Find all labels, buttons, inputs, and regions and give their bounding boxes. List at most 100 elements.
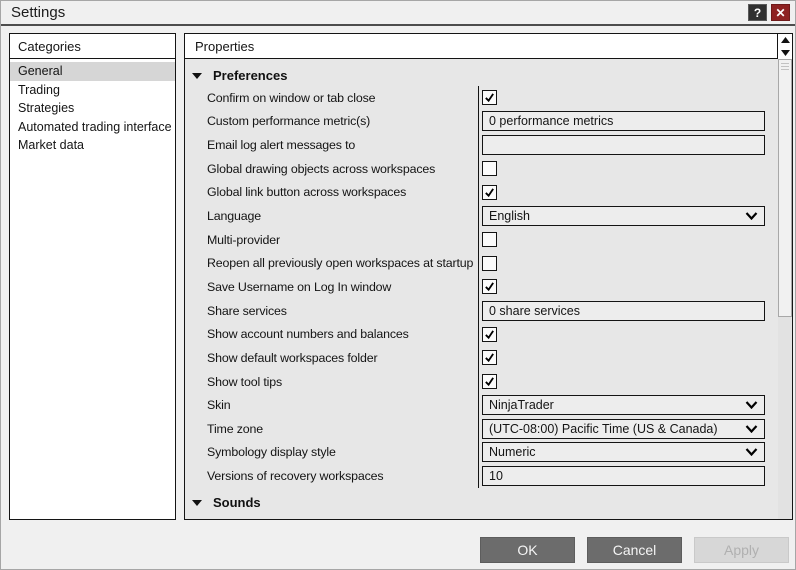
category-item-general[interactable]: General	[10, 62, 175, 81]
dropdown-selected-value: Numeric	[489, 445, 536, 460]
category-item-strategies[interactable]: Strategies	[10, 99, 175, 118]
checkbox-confirm-on-window-or-tab-close[interactable]	[482, 90, 497, 106]
dropdown-skin[interactable]: NinjaTrader	[482, 395, 765, 416]
text-field-value: 0 performance metrics	[489, 114, 614, 129]
property-row-reopen-all-previously-open-workspaces-at-startup: Reopen all previously open workspaces at…	[185, 251, 778, 276]
chevron-down-icon	[745, 448, 758, 457]
titlebar-divider	[1, 24, 795, 26]
property-row-symbology-display-style: Symbology display style Numeric	[185, 440, 778, 465]
section-title: Sounds	[213, 494, 261, 510]
property-label: Skin	[207, 398, 231, 413]
property-row-global-drawing-objects-across-workspaces: Global drawing objects across workspaces	[185, 156, 778, 181]
section-title: Preferences	[213, 68, 288, 83]
property-row-confirm-on-window-or-tab-close: Confirm on window or tab close	[185, 86, 778, 110]
collapse-triangle-icon	[192, 499, 202, 506]
property-control-cell: Numeric	[478, 440, 778, 465]
text-field-email-log-alert-messages-to[interactable]	[482, 135, 765, 156]
property-label: Multi-provider	[207, 232, 280, 247]
property-control-cell	[478, 251, 778, 276]
property-label: Reopen all previously open workspaces at…	[207, 256, 474, 271]
property-row-show-tool-tips: Show tool tips	[185, 369, 778, 394]
dropdown-selected-value: (UTC-08:00) Pacific Time (US & Canada)	[489, 421, 718, 436]
property-label: Share services	[207, 303, 287, 318]
checkbox-reopen-all-previously-open-workspaces-at-startup[interactable]	[482, 255, 497, 271]
dropdown-language[interactable]: English	[482, 206, 765, 227]
ok-button[interactable]: OK	[480, 537, 575, 563]
close-button[interactable]: ✕	[771, 4, 790, 21]
property-control-cell	[478, 86, 778, 110]
checkbox-show-account-numbers-and-balances[interactable]	[482, 326, 497, 342]
property-control-cell: 10	[478, 464, 778, 488]
text-field-value: 0 share services	[489, 303, 581, 318]
property-row-custom-performance-metric-s: Custom performance metric(s) 0 performanc…	[185, 109, 778, 134]
section-header-sounds[interactable]: Sounds	[185, 492, 778, 513]
checkbox-global-link-button-across-workspaces[interactable]	[482, 184, 497, 200]
check-icon	[485, 330, 494, 339]
titlebar-buttons: ? ✕	[748, 4, 790, 21]
scroll-up-button[interactable]	[778, 34, 792, 47]
property-row-time-zone: Time zone (UTC-08:00) Pacific Time (US & …	[185, 416, 778, 441]
dropdown-symbology-display-style[interactable]: Numeric	[482, 442, 765, 463]
property-control-cell: 0 share services	[478, 298, 778, 323]
cancel-button[interactable]: Cancel	[587, 537, 682, 563]
dropdown-time-zone[interactable]: (UTC-08:00) Pacific Time (US & Canada)	[482, 418, 765, 439]
scroll-down-button[interactable]	[778, 47, 792, 60]
property-control-cell: English	[478, 204, 778, 228]
properties-header: Properties	[185, 34, 792, 59]
property-control-cell	[478, 133, 778, 157]
checkbox-save-username-on-log-in-window[interactable]	[482, 279, 497, 295]
property-label: Show default workspaces folder	[207, 350, 378, 365]
scrollbar[interactable]	[778, 59, 792, 519]
scrollbar-grip-icon	[781, 63, 789, 72]
property-control-cell	[478, 275, 778, 299]
checkbox-show-tool-tips[interactable]	[482, 374, 497, 389]
title-bar: Settings ? ✕	[1, 1, 795, 24]
property-label: Email log alert messages to	[207, 138, 356, 153]
chevron-down-icon	[745, 212, 758, 221]
arrow-up-icon	[780, 37, 790, 44]
property-label: Global drawing objects across workspaces	[207, 161, 436, 176]
property-row-show-default-workspaces-folder: Show default workspaces folder	[185, 346, 778, 370]
categories-header: Categories	[10, 34, 175, 59]
check-icon	[485, 188, 494, 198]
scrollbar-thumb[interactable]	[778, 59, 792, 317]
text-field-versions-of-recovery-workspaces[interactable]: 10	[482, 466, 765, 487]
property-label: Show tool tips	[207, 374, 283, 389]
dropdown-selected-value: English	[489, 209, 530, 224]
section-header-preferences[interactable]: Preferences	[185, 65, 778, 86]
property-row-share-services: Share services 0 share services	[185, 298, 778, 323]
property-label: Custom performance metric(s)	[207, 114, 371, 129]
text-field-custom-performance-metric-s[interactable]: 0 performance metrics	[482, 111, 765, 132]
check-icon	[485, 353, 494, 363]
apply-button[interactable]: Apply	[694, 537, 789, 563]
check-icon	[485, 93, 494, 103]
category-item-automated-trading-interface[interactable]: Automated trading interface	[10, 118, 175, 137]
property-label: Language	[207, 209, 261, 224]
text-field-share-services[interactable]: 0 share services	[482, 300, 765, 321]
property-label: Global link button across workspaces	[207, 185, 407, 200]
property-label: Time zone	[207, 421, 264, 436]
property-row-language: Language English	[185, 204, 778, 228]
categories-list: General Trading Strategies Automated tradin…	[10, 59, 175, 155]
property-control-cell: NinjaTrader	[478, 393, 778, 417]
checkbox-global-drawing-objects-across-workspaces[interactable]	[482, 161, 497, 177]
property-row-multi-provider: Multi-provider	[185, 227, 778, 252]
property-row-email-log-alert-messages-to: Email log alert messages to	[185, 133, 778, 157]
property-control-cell: (UTC-08:00) Pacific Time (US & Canada)	[478, 416, 778, 441]
property-control-cell	[478, 156, 778, 181]
help-button[interactable]: ?	[748, 4, 767, 21]
checkbox-show-default-workspaces-folder[interactable]	[482, 350, 497, 366]
check-icon	[485, 282, 494, 292]
property-control-cell	[478, 180, 778, 205]
category-item-trading[interactable]: Trading	[10, 81, 175, 100]
dropdown-selected-value: NinjaTrader	[489, 398, 554, 413]
category-item-market-data[interactable]: Market data	[10, 136, 175, 155]
window-title: Settings	[11, 4, 66, 21]
checkbox-multi-provider[interactable]	[482, 232, 497, 248]
property-row-skin: Skin NinjaTrader	[185, 393, 778, 417]
property-control-cell	[478, 369, 778, 394]
chevron-down-icon	[745, 425, 758, 433]
property-row-global-link-button-across-workspaces: Global link button across workspaces	[185, 180, 778, 205]
property-row-versions-of-recovery-workspaces: Versions of recovery workspaces 10	[185, 464, 778, 488]
properties-panel: Properties Preferences Confirm on window …	[184, 33, 793, 520]
